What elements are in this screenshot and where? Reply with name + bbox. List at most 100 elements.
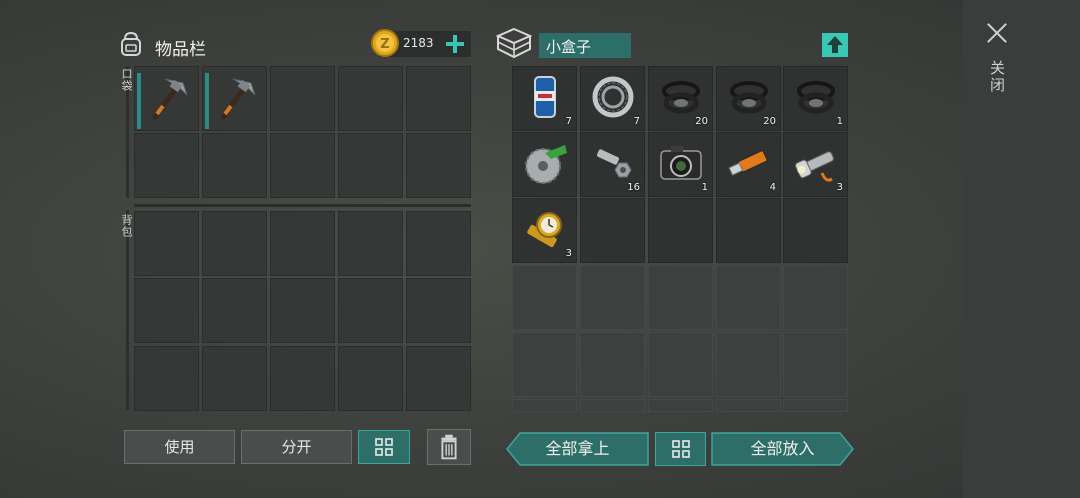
locked-slot xyxy=(716,332,781,397)
container-slot[interactable] xyxy=(580,198,645,263)
grid-icon xyxy=(671,440,690,458)
item-count: 1 xyxy=(701,182,708,193)
locked-slot xyxy=(512,399,577,412)
add-coins-button[interactable] xyxy=(444,33,466,55)
backpack-slot[interactable] xyxy=(202,278,267,343)
container-sort-button[interactable] xyxy=(655,432,706,466)
camera-icon xyxy=(660,146,702,180)
coin-icon: Z xyxy=(371,29,399,57)
locked-slot xyxy=(648,332,713,397)
container-slot[interactable]: 7 xyxy=(512,66,577,131)
container-slot[interactable]: 16 xyxy=(580,132,645,197)
locked-slot xyxy=(580,332,645,397)
pocket-slot[interactable] xyxy=(270,133,335,198)
backpack-slot[interactable] xyxy=(134,278,199,343)
container-slot[interactable]: 3 xyxy=(512,198,577,263)
locked-slot xyxy=(512,265,577,330)
upload-button[interactable] xyxy=(822,33,848,57)
locked-slot xyxy=(783,265,848,330)
pocket-slot[interactable] xyxy=(270,66,335,131)
container-slot[interactable] xyxy=(716,198,781,263)
beer-can-icon xyxy=(534,76,556,118)
item-count: 20 xyxy=(695,116,708,127)
rubber-ring-icon xyxy=(662,81,700,114)
locked-slot xyxy=(783,332,848,397)
container-title: 小盒子 xyxy=(539,33,631,58)
grid-icon xyxy=(375,438,393,456)
coin-amount: 2183 xyxy=(403,36,434,50)
item-count: 1 xyxy=(836,116,843,127)
backpack-slot[interactable] xyxy=(406,278,471,343)
backpack-slot[interactable] xyxy=(270,346,335,411)
backpack-slot[interactable] xyxy=(134,211,199,276)
pocket-slot[interactable] xyxy=(202,133,267,198)
side-panel xyxy=(963,0,1080,498)
item-count: 20 xyxy=(763,116,776,127)
backpack-slot[interactable] xyxy=(338,211,403,276)
container-slot[interactable]: 4 xyxy=(716,132,781,197)
backpack-slot[interactable] xyxy=(338,346,403,411)
rubber-ring-icon xyxy=(730,81,768,114)
bearing-icon xyxy=(592,76,634,118)
close-label[interactable]: 关闭 xyxy=(988,60,1008,94)
backpack-slot[interactable] xyxy=(270,278,335,343)
pocket-slot[interactable] xyxy=(134,66,199,131)
section-divider xyxy=(134,204,471,207)
item-count: 16 xyxy=(627,182,640,193)
locked-slot xyxy=(580,265,645,330)
container-slot[interactable]: 20 xyxy=(648,66,713,131)
use-button[interactable]: 使用 xyxy=(124,430,235,464)
saw-blade-icon xyxy=(525,145,567,184)
pocket-slot[interactable] xyxy=(338,133,403,198)
backpack-icon xyxy=(121,31,141,56)
svg-text:Z: Z xyxy=(380,37,389,52)
pocket-slot[interactable] xyxy=(338,66,403,131)
backpack-slot[interactable] xyxy=(338,278,403,343)
close-icon[interactable] xyxy=(982,18,1012,48)
container-slot[interactable] xyxy=(648,198,713,263)
pocket-slot[interactable] xyxy=(406,133,471,198)
split-button[interactable]: 分开 xyxy=(241,430,352,464)
locked-slot xyxy=(648,399,713,412)
take-all-button[interactable]: 全部拿上 xyxy=(506,432,649,466)
pocket-slot[interactable] xyxy=(406,66,471,131)
backpack-slot[interactable] xyxy=(134,346,199,411)
item-count: 4 xyxy=(769,182,776,193)
flashlight-icon xyxy=(794,151,834,182)
container-slot[interactable]: 1 xyxy=(783,66,848,131)
backpack-slot[interactable] xyxy=(202,346,267,411)
put-all-button[interactable]: 全部放入 xyxy=(711,432,854,466)
pickaxe-icon xyxy=(152,78,188,120)
equipped-marker xyxy=(137,73,141,129)
equipped-marker xyxy=(205,73,209,129)
backpack-slot[interactable] xyxy=(270,211,335,276)
item-count: 3 xyxy=(836,182,843,193)
container-slot[interactable] xyxy=(783,198,848,263)
pocket-label: 口袋 xyxy=(120,68,133,92)
locked-slot xyxy=(783,399,848,412)
container-slot[interactable]: 7 xyxy=(580,66,645,131)
pocket-slot[interactable] xyxy=(134,133,199,198)
put-all-label: 全部放入 xyxy=(750,439,815,458)
gold-watch-icon xyxy=(527,212,562,248)
container-slot[interactable]: 1 xyxy=(648,132,713,197)
trash-button[interactable] xyxy=(427,429,471,465)
inventory-title: 物品栏 xyxy=(155,40,206,60)
rubber-ring-icon xyxy=(797,81,835,114)
locked-slot xyxy=(648,265,713,330)
item-count: 7 xyxy=(633,116,640,127)
pickaxe-icon xyxy=(220,78,256,120)
pocket-slot[interactable] xyxy=(202,66,267,131)
backpack-bracket xyxy=(126,210,129,410)
locked-slot xyxy=(716,265,781,330)
locked-slot xyxy=(716,399,781,412)
bolt-nut-icon xyxy=(596,149,632,178)
sort-button[interactable] xyxy=(358,430,410,464)
backpack-slot[interactable] xyxy=(202,211,267,276)
backpack-label: 背包 xyxy=(120,214,133,238)
container-slot[interactable]: 20 xyxy=(716,66,781,131)
container-slot[interactable]: 3 xyxy=(783,132,848,197)
backpack-slot[interactable] xyxy=(406,211,471,276)
backpack-slot[interactable] xyxy=(406,346,471,411)
container-slot[interactable] xyxy=(512,132,577,197)
